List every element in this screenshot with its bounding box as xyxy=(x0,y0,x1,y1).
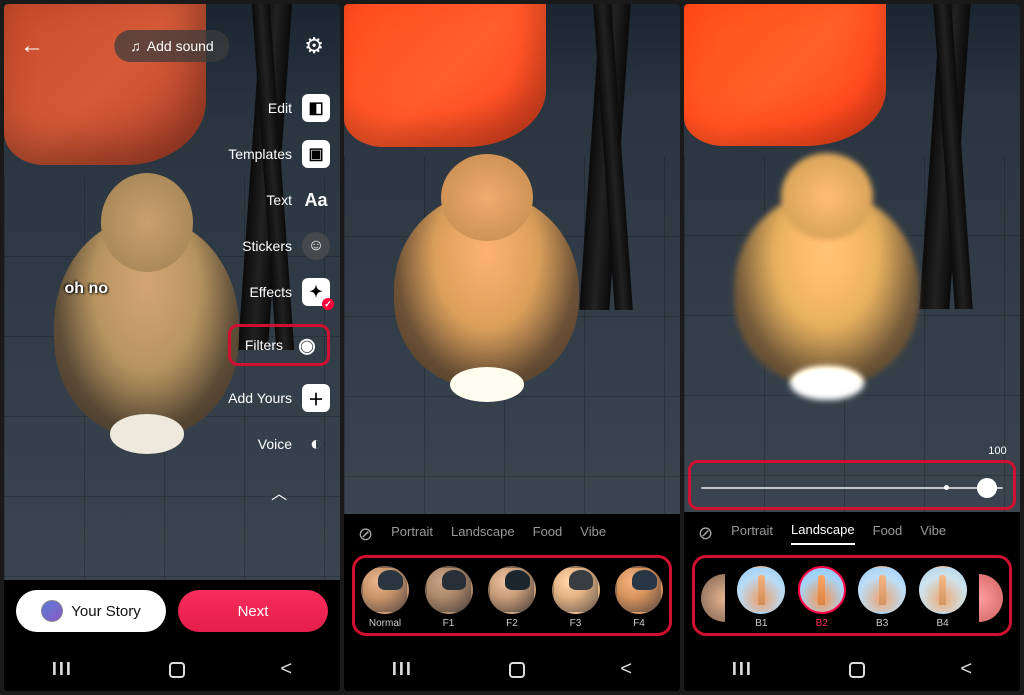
filter-preset-f4[interactable]: F4 xyxy=(615,566,663,629)
filter-category-tabs: ⊘ Portrait Landscape Food Vibe xyxy=(684,522,1020,555)
text-button[interactable]: Text Aa xyxy=(228,186,330,214)
filter-thumb xyxy=(798,566,846,614)
filter-presets-highlight: Normal F1 F2 F3 F4 xyxy=(352,555,672,636)
tab-landscape[interactable]: Landscape xyxy=(791,522,855,545)
effects-button[interactable]: Effects ✦✓ xyxy=(228,278,330,306)
tab-food[interactable]: Food xyxy=(873,523,903,544)
back-arrow-icon[interactable]: ← xyxy=(20,32,44,60)
slider-value: 100 xyxy=(988,445,1006,457)
nav-back-icon[interactable]: < xyxy=(960,658,972,681)
voice-icon: ◐ xyxy=(302,430,330,458)
avatar-icon xyxy=(41,600,63,622)
filter-preset-f1[interactable]: F1 xyxy=(425,566,473,629)
filter-category-tabs: ⊘ Portrait Landscape Food Vibe xyxy=(344,524,680,555)
add-sound-label: Add sound xyxy=(147,38,214,54)
filter-thumb xyxy=(361,566,409,614)
tab-vibe[interactable]: Vibe xyxy=(580,524,606,545)
screen-editor: ← ♫ Add sound ⚙ oh no Edit ◧ Templates ▣… xyxy=(4,4,340,691)
nav-home-icon[interactable] xyxy=(169,662,185,678)
text-icon: Aa xyxy=(302,186,330,214)
intensity-slider[interactable] xyxy=(701,487,1003,489)
filter-thumb xyxy=(425,566,473,614)
filter-presets-highlight: B1 B2 B3 B4 xyxy=(692,555,1012,636)
video-caption[interactable]: oh no xyxy=(64,280,108,298)
nav-home-icon[interactable] xyxy=(849,662,865,678)
stickers-button[interactable]: Stickers ☺ xyxy=(228,232,330,260)
filter-thumb xyxy=(737,566,785,614)
video-preview-filtered[interactable] xyxy=(344,4,680,514)
filter-preset-f2[interactable]: F2 xyxy=(488,566,536,629)
your-story-button[interactable]: Your Story xyxy=(16,590,166,632)
effects-icon: ✦✓ xyxy=(302,278,330,306)
nav-back-icon[interactable]: < xyxy=(620,658,632,681)
bottom-action-bar: Your Story Next xyxy=(4,580,340,642)
filter-preset-b3[interactable]: B3 xyxy=(858,566,906,629)
filter-thumb xyxy=(488,566,536,614)
tab-portrait[interactable]: Portrait xyxy=(391,524,433,545)
filter-preset-normal[interactable]: Normal xyxy=(361,566,409,629)
editor-side-toolbar: Edit ◧ Templates ▣ Text Aa Stickers ☺ Ef… xyxy=(228,94,330,504)
nav-recent-icon[interactable]: III xyxy=(52,659,73,680)
nav-recent-icon[interactable]: III xyxy=(732,659,753,680)
screen-filter-intensity: 100 ⊘ Portrait Landscape Food Vibe B1 xyxy=(684,4,1020,691)
edit-button[interactable]: Edit ◧ xyxy=(228,94,330,122)
templates-icon: ▣ xyxy=(302,140,330,168)
add-sound-button[interactable]: ♫ Add sound xyxy=(114,30,229,62)
nav-home-icon[interactable] xyxy=(509,662,525,678)
android-nav-bar: III < xyxy=(4,642,340,691)
filter-thumb xyxy=(615,566,663,614)
tab-portrait[interactable]: Portrait xyxy=(731,523,773,544)
settings-gear-icon[interactable]: ⚙ xyxy=(304,33,324,59)
screen-filter-categories: ⊘ Portrait Landscape Food Vibe Normal F1… xyxy=(344,4,680,691)
no-filter-icon[interactable]: ⊘ xyxy=(698,523,713,544)
video-preview-filtered[interactable]: 100 xyxy=(684,4,1020,512)
add-yours-icon: ＋ xyxy=(302,384,330,412)
expand-chevron-icon[interactable]: ︿ xyxy=(228,480,330,504)
android-nav-bar: III < xyxy=(344,642,680,691)
nav-back-icon[interactable]: < xyxy=(280,658,292,681)
filters-icon: ◉ xyxy=(293,331,321,359)
tab-vibe[interactable]: Vibe xyxy=(920,523,946,544)
filter-intensity-slider-highlight: 100 xyxy=(688,460,1016,510)
slider-thumb[interactable] xyxy=(977,478,997,498)
filter-thumb xyxy=(858,566,906,614)
filter-thumb xyxy=(552,566,600,614)
filter-peek-left[interactable] xyxy=(701,574,725,622)
next-button[interactable]: Next xyxy=(178,590,328,632)
nav-recent-icon[interactable]: III xyxy=(392,659,413,680)
filter-thumb xyxy=(919,566,967,614)
filter-preset-f3[interactable]: F3 xyxy=(552,566,600,629)
music-note-icon: ♫ xyxy=(130,38,141,54)
filters-button[interactable]: Filters ◉ xyxy=(228,324,330,366)
filter-panel: ⊘ Portrait Landscape Food Vibe Normal F1… xyxy=(344,514,680,642)
filter-peek-right[interactable] xyxy=(979,574,1003,622)
video-preview[interactable]: ← ♫ Add sound ⚙ oh no Edit ◧ Templates ▣… xyxy=(4,4,340,580)
tab-food[interactable]: Food xyxy=(533,524,563,545)
filter-preset-b2[interactable]: B2 xyxy=(798,566,846,629)
add-yours-button[interactable]: Add Yours ＋ xyxy=(228,384,330,412)
no-filter-icon[interactable]: ⊘ xyxy=(358,524,373,545)
tab-landscape[interactable]: Landscape xyxy=(451,524,515,545)
edit-icon: ◧ xyxy=(302,94,330,122)
stickers-icon: ☺ xyxy=(302,232,330,260)
filter-preset-b4[interactable]: B4 xyxy=(919,566,967,629)
filter-panel: ⊘ Portrait Landscape Food Vibe B1 B2 B3 xyxy=(684,512,1020,642)
android-nav-bar: III < xyxy=(684,642,1020,691)
templates-button[interactable]: Templates ▣ xyxy=(228,140,330,168)
filter-preset-b1[interactable]: B1 xyxy=(737,566,785,629)
voice-button[interactable]: Voice ◐ xyxy=(228,430,330,458)
